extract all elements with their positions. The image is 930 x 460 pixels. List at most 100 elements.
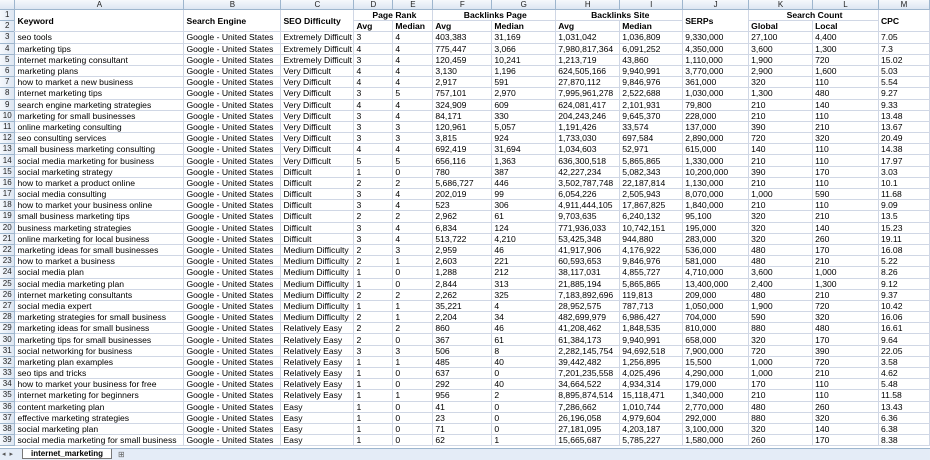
bs-avg-cell[interactable]: 636,300,518 [555,154,621,167]
bs-avg-cell[interactable]: 8,895,874,514 [555,389,621,402]
bp-avg-cell[interactable]: 523 [432,199,493,212]
serps-cell[interactable]: 1,340,000 [682,389,750,402]
keyword-cell[interactable]: effective marketing strategies [14,412,185,424]
engine-cell[interactable]: Google - United States [183,210,282,223]
pr-median-cell[interactable]: 2 [392,177,434,190]
pr-avg-cell[interactable]: 3 [353,54,394,66]
engine-cell[interactable]: Google - United States [183,423,282,436]
global-cell[interactable]: 1,000 [748,356,814,369]
local-cell[interactable]: 110 [812,177,879,190]
bs-median-cell[interactable]: 5,865,865 [619,154,684,167]
keyword-cell[interactable]: online marketing for local business [14,233,185,245]
bp-avg-cell[interactable]: 2,603 [432,255,493,268]
bp-avg-cell[interactable]: 656,116 [432,154,493,167]
bs-avg-cell[interactable]: 204,243,246 [555,110,621,122]
serps-cell[interactable]: 1,330,000 [682,154,750,167]
engine-cell[interactable]: Google - United States [183,389,282,402]
bs-median-cell[interactable]: 2,522,688 [619,87,684,100]
global-cell[interactable]: 1,900 [748,54,814,66]
global-cell[interactable]: 480 [748,255,814,268]
global-cell[interactable]: 1,900 [748,300,814,313]
keyword-cell[interactable]: social marketing plan [14,423,185,436]
engine-header[interactable]: Search Engine [183,9,282,33]
bs-median-cell[interactable]: 119,813 [619,289,684,301]
backlinks-page-avg-header[interactable]: Avg [432,20,493,33]
page-rank-median-header[interactable]: Median [392,20,434,33]
bs-median-cell[interactable]: 52,971 [619,143,684,156]
bp-median-cell[interactable]: 46 [491,322,557,335]
spreadsheet-grid[interactable]: ABCDEFGHIJKLM 1 Keyword Search Engine SE… [0,0,930,447]
serps-cell[interactable]: 1,050,000 [682,300,750,313]
pr-median-cell[interactable]: 1 [392,300,434,313]
column-letter-g[interactable]: G [491,0,557,10]
engine-cell[interactable]: Google - United States [183,244,282,257]
difficulty-cell[interactable]: Difficult [280,210,355,223]
bp-median-cell[interactable]: 40 [491,356,557,369]
engine-cell[interactable]: Google - United States [183,132,282,145]
pr-avg-cell[interactable]: 1 [353,389,394,402]
pr-median-cell[interactable]: 2 [392,322,434,335]
bp-avg-cell[interactable]: 637 [432,367,493,380]
keyword-cell[interactable]: marketing tips [14,43,185,55]
bp-avg-cell[interactable]: 2,917 [432,76,493,89]
bs-median-cell[interactable]: 17,867,825 [619,199,684,212]
bp-avg-cell[interactable]: 3,130 [432,65,493,78]
bs-median-cell[interactable]: 33,574 [619,121,684,134]
bp-median-cell[interactable]: 446 [491,177,557,190]
bs-avg-cell[interactable]: 53,425,348 [555,233,621,245]
pr-avg-cell[interactable]: 3 [353,31,394,44]
cpc-cell[interactable]: 9.33 [878,99,930,111]
local-cell[interactable]: 110 [812,76,879,89]
local-cell[interactable]: 390 [812,345,879,357]
bs-avg-cell[interactable]: 1,733,030 [555,132,621,145]
serps-cell[interactable]: 658,000 [682,333,750,346]
cpc-cell[interactable]: 4.62 [878,367,930,380]
column-letter-i[interactable]: I [619,0,684,10]
pr-avg-cell[interactable]: 3 [353,222,394,234]
row-header[interactable]: 26 [0,289,16,301]
serps-cell[interactable]: 7,900,000 [682,345,750,357]
difficulty-cell[interactable]: Medium Difficulty [280,289,355,301]
row-header[interactable]: 14 [0,154,16,167]
column-letter-m[interactable]: M [878,0,930,10]
row-header[interactable]: 1 [0,9,16,22]
global-cell[interactable]: 320 [748,210,814,223]
pr-median-cell[interactable]: 4 [392,31,434,44]
global-cell[interactable]: 140 [748,143,814,156]
difficulty-cell[interactable]: Very Difficult [280,99,355,111]
serps-header[interactable]: SERPs [682,9,750,33]
bs-avg-cell[interactable]: 1,031,042 [555,31,621,44]
bp-avg-cell[interactable]: 775,447 [432,43,493,55]
row-header[interactable]: 33 [0,367,16,380]
local-cell[interactable]: 110 [812,199,879,212]
bp-avg-cell[interactable]: 367 [432,333,493,346]
pr-median-cell[interactable]: 0 [392,434,434,447]
engine-cell[interactable]: Google - United States [183,154,282,167]
local-cell[interactable]: 1,300 [812,278,879,290]
bs-median-cell[interactable]: 787,713 [619,300,684,313]
row-header[interactable]: 6 [0,65,16,78]
difficulty-cell[interactable]: Very Difficult [280,76,355,89]
cpc-cell[interactable]: 5.48 [878,378,930,391]
serps-cell[interactable]: 1,130,000 [682,177,750,190]
page-rank-avg-header[interactable]: Avg [353,20,394,33]
bp-avg-cell[interactable]: 2,262 [432,289,493,301]
local-cell[interactable]: 210 [812,255,879,268]
local-cell[interactable]: 110 [812,143,879,156]
engine-cell[interactable]: Google - United States [183,54,282,66]
bp-avg-cell[interactable]: 2,962 [432,210,493,223]
serps-cell[interactable]: 581,000 [682,255,750,268]
row-header[interactable]: 34 [0,378,16,391]
difficulty-cell[interactable]: Medium Difficulty [280,300,355,313]
row-header[interactable]: 28 [0,311,16,324]
search-count-header[interactable]: Search Count [748,9,879,22]
bp-avg-cell[interactable]: 2,204 [432,311,493,324]
bs-avg-cell[interactable]: 38,117,031 [555,266,621,279]
bs-median-cell[interactable]: 4,025,496 [619,367,684,380]
difficulty-cell[interactable]: Difficult [280,233,355,245]
difficulty-cell[interactable]: Extremely Difficult [280,54,355,66]
pr-median-cell[interactable]: 2 [392,289,434,301]
engine-cell[interactable]: Google - United States [183,300,282,313]
bs-median-cell[interactable]: 43,860 [619,54,684,66]
pr-median-cell[interactable]: 0 [392,378,434,391]
